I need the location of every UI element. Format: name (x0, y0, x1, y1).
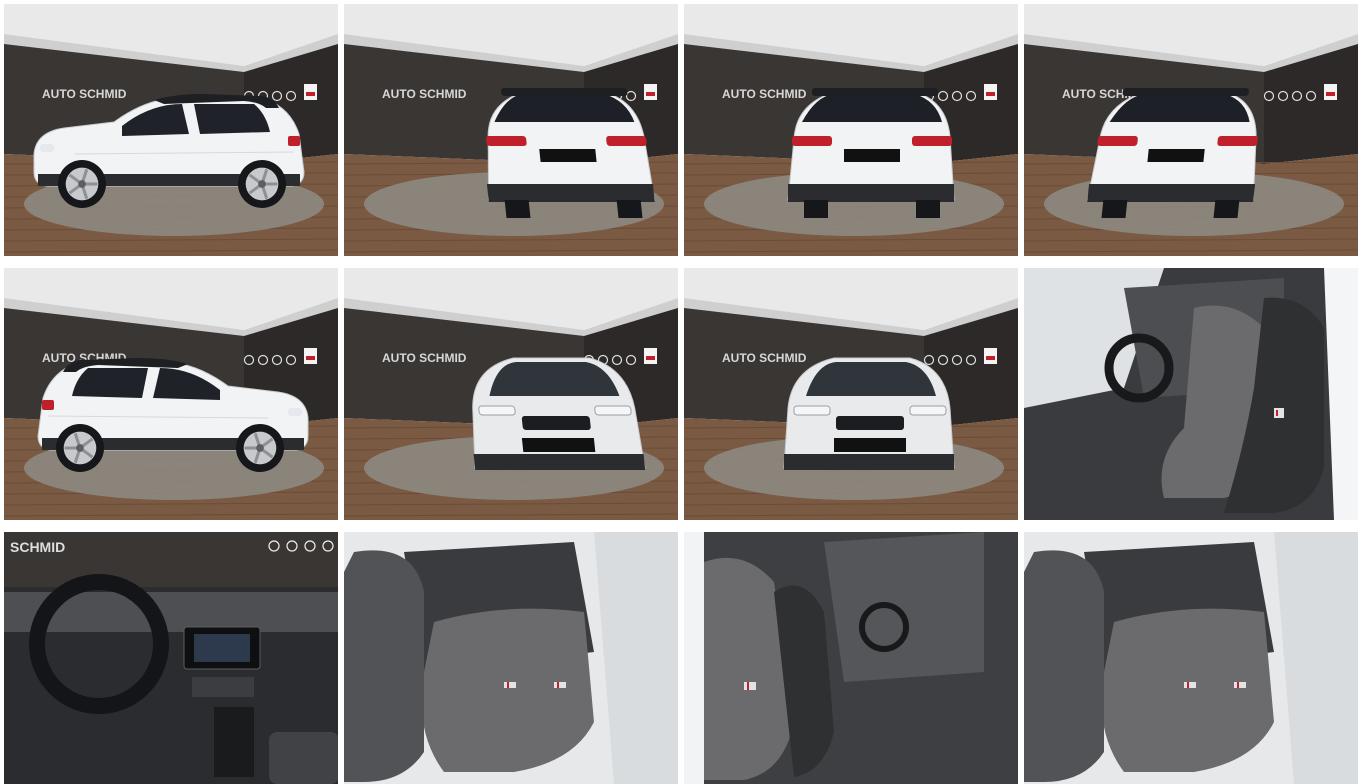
photo-thumbnail-front-three-quarter[interactable]: AUTO SCHMID (344, 268, 678, 520)
car-photo: AUTO SCHMID (684, 268, 1018, 520)
car-photo (684, 532, 1018, 784)
car-photo (1024, 268, 1358, 520)
car-photo: AUTO SCHMID (1024, 4, 1358, 256)
brand-logo: AUTO SCHMID (722, 351, 807, 365)
photo-gallery: AUTO SCHMID AUTO SCHMID AUTO SCHMID AUTO SC… (0, 0, 1365, 784)
photo-thumbnail-rear-three-quarter-left[interactable]: AUTO SCHMID (344, 4, 678, 256)
car-photo (1024, 532, 1358, 784)
car-photo: AUTO SCHMID (344, 4, 678, 256)
brand-logo: SCHMID (10, 539, 65, 555)
brand-logo: AUTO SCHMID (382, 351, 467, 365)
car-photo: AUTO SCHMID (344, 268, 678, 520)
car-photo: AUTO SCHMID (4, 268, 338, 520)
photo-thumbnail-interior-dashboard[interactable]: SCHMID (4, 532, 338, 784)
photo-thumbnail-interior-front-seats-from-door[interactable] (1024, 268, 1358, 520)
car-photo: AUTO SCHMID (4, 4, 338, 256)
car-photo: SCHMID (4, 532, 338, 784)
car-photo: AUTO SCHMID (684, 4, 1018, 256)
brand-logo: AUTO SCHMID (382, 87, 467, 101)
photo-thumbnail-interior-rear-seats-right[interactable] (344, 532, 678, 784)
photo-thumbnail-interior-rear-seats-left[interactable] (1024, 532, 1358, 784)
car-photo (344, 532, 678, 784)
photo-thumbnail-interior-front-seats-from-left[interactable] (684, 532, 1018, 784)
photo-thumbnail-rear[interactable]: AUTO SCHMID (684, 4, 1018, 256)
photo-thumbnail-rear-three-quarter-right[interactable]: AUTO SCHMID (1024, 4, 1358, 256)
photo-thumbnail-front[interactable]: AUTO SCHMID (684, 268, 1018, 520)
photo-thumbnail-side-left-white-seat-arona[interactable]: AUTO SCHMID (4, 4, 338, 256)
photo-thumbnail-side-right[interactable]: AUTO SCHMID (4, 268, 338, 520)
brand-logo: AUTO SCHMID (722, 87, 807, 101)
brand-logo: AUTO SCHMID (42, 87, 127, 101)
